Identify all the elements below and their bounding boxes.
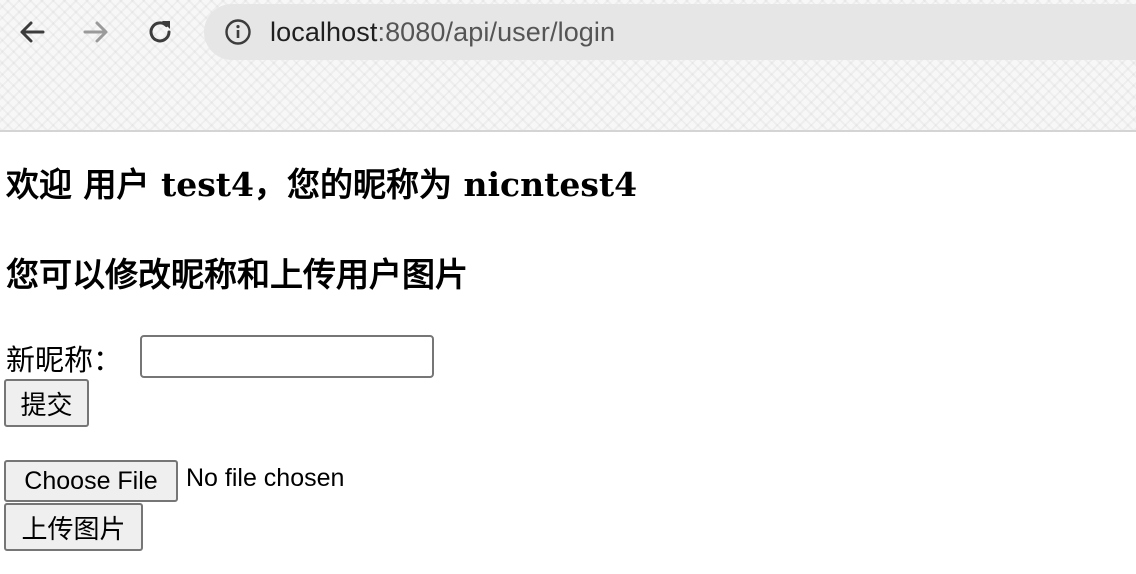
forward-button[interactable]: [76, 12, 116, 52]
arrow-right-icon: [83, 21, 108, 43]
url-host: localhost: [270, 16, 378, 47]
reload-icon: [149, 21, 171, 43]
address-bar[interactable]: localhost:8080/api/user/login: [204, 4, 1136, 60]
url-text[interactable]: localhost:8080/api/user/login: [270, 17, 615, 48]
back-button[interactable]: [12, 12, 52, 52]
submit-button[interactable]: 提交: [4, 379, 89, 427]
arrow-left-icon: [20, 21, 45, 43]
page-subtitle: 您可以修改昵称和上传用户图片: [6, 255, 468, 294]
info-icon[interactable]: [224, 18, 252, 46]
browser-toolbar: localhost:8080/api/user/login: [0, 0, 1136, 132]
choose-file-button[interactable]: Choose File: [4, 460, 178, 502]
welcome-heading: 欢迎 用户 test4，您的昵称为 nicntest4: [6, 165, 638, 204]
nickname-label: 新昵称：: [6, 343, 123, 377]
nickname-input[interactable]: [140, 335, 434, 378]
page-content: 欢迎 用户 test4，您的昵称为 nicntest4 您可以修改昵称和上传用户…: [0, 134, 1136, 574]
file-status-text: No file chosen: [186, 464, 345, 492]
upload-image-button[interactable]: 上传图片: [4, 503, 143, 551]
reload-button[interactable]: [140, 12, 180, 52]
url-path: :8080/api/user/login: [377, 16, 616, 47]
